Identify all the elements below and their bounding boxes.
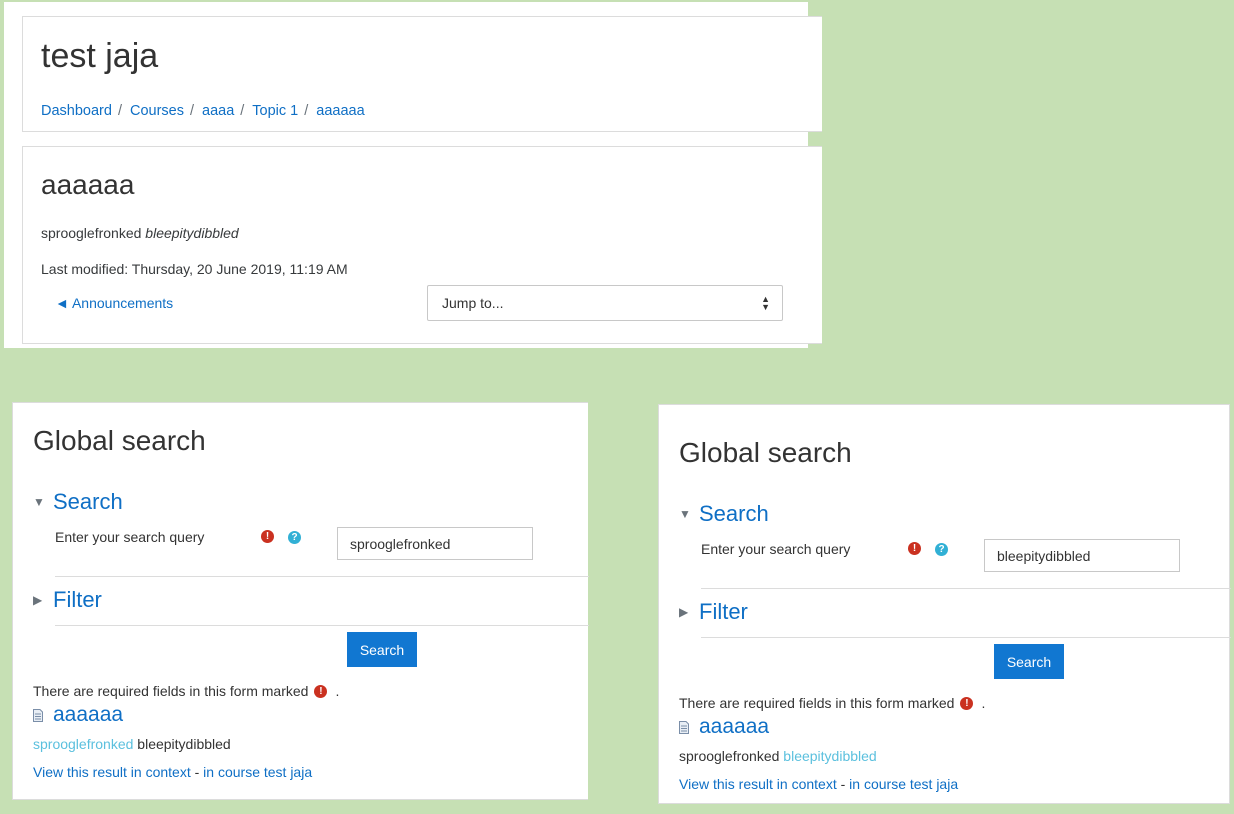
global-search-panel-right: Global search ▼ Search Enter your search… xyxy=(658,404,1231,804)
search-section-label: Search xyxy=(699,501,769,526)
search-query-input[interactable]: sprooglefronked xyxy=(337,527,533,560)
breadcrumb-separator: / xyxy=(189,103,194,119)
result-title-text: aaaaaa xyxy=(699,715,770,738)
section-divider xyxy=(55,576,589,577)
section-divider xyxy=(701,588,1231,589)
course-page-screenshot: test jaja Dashboard / Courses / aaaa / T… xyxy=(4,2,822,348)
document-icon xyxy=(33,708,43,722)
breadcrumb-dashboard[interactable]: Dashboard xyxy=(41,103,112,119)
select-arrows-icon: ▲ ▼ xyxy=(761,294,770,312)
search-button[interactable]: Search xyxy=(347,632,417,667)
breadcrumb-separator: / xyxy=(304,103,309,119)
last-modified: Last modified: Thursday, 20 June 2019, 1… xyxy=(41,261,348,277)
snippet-term: bleepitydibbled xyxy=(137,736,231,752)
breadcrumb-course[interactable]: aaaa xyxy=(202,103,234,119)
previous-activity-link[interactable]: ◄ Announcements xyxy=(55,295,173,311)
search-section-toggle[interactable]: ▼ Search xyxy=(679,501,769,527)
help-icon[interactable]: ? xyxy=(935,543,948,556)
activity-title: aaaaaa xyxy=(41,169,135,200)
section-divider xyxy=(701,637,1231,638)
required-note-end: . xyxy=(981,695,986,711)
context-separator: - xyxy=(836,776,850,792)
snippet-term: sprooglefronked xyxy=(679,748,780,764)
document-icon xyxy=(679,720,689,734)
search-query-input[interactable]: bleepitydibbled xyxy=(984,539,1180,572)
highlighted-term: bleepitydibbled xyxy=(783,748,877,764)
caret-right-icon: ▶ xyxy=(679,605,689,619)
search-section-toggle[interactable]: ▼ Search xyxy=(33,489,123,515)
caret-down-icon: ▼ xyxy=(679,507,691,521)
search-query-label: Enter your search query xyxy=(55,529,205,545)
result-context: View this result in context - in course … xyxy=(33,764,312,780)
required-fields-note: There are required fields in this form m… xyxy=(679,695,985,711)
caret-down-icon: ▼ xyxy=(33,495,45,509)
breadcrumb-activity[interactable]: aaaaaa xyxy=(316,103,364,119)
activity-content: aaaaaa sprooglefronked bleepitydibbled L… xyxy=(22,146,822,344)
required-note-text: There are required fields in this form m… xyxy=(679,695,955,711)
required-icon: ! xyxy=(314,684,328,698)
filter-section-toggle[interactable]: ▶ Filter xyxy=(33,587,102,613)
required-note-end: . xyxy=(335,683,340,699)
help-icon[interactable]: ? xyxy=(288,531,301,544)
required-icon: ! xyxy=(960,696,974,710)
required-icon: ! xyxy=(908,542,921,555)
filter-section-label: Filter xyxy=(53,587,102,612)
result-snippet: sprooglefronked bleepitydibbled xyxy=(33,736,231,752)
global-search-panel-left: Global search ▼ Search Enter your search… xyxy=(12,402,589,800)
description-plain: sprooglefronked xyxy=(41,225,146,241)
result-snippet: sprooglefronked bleepitydibbled xyxy=(679,748,877,764)
context-separator: - xyxy=(190,764,204,780)
caret-right-icon: ▶ xyxy=(33,593,43,607)
global-search-title: Global search xyxy=(679,437,852,468)
description-emphasis: bleepitydibbled xyxy=(145,225,239,241)
course-link[interactable]: in course test jaja xyxy=(203,764,312,780)
search-section-label: Search xyxy=(53,489,123,514)
search-query-label: Enter your search query xyxy=(701,541,851,557)
filter-section-label: Filter xyxy=(699,599,748,624)
result-title-text: aaaaaa xyxy=(53,703,124,726)
result-context: View this result in context - in course … xyxy=(679,776,958,792)
page-title: test jaja xyxy=(41,37,159,75)
breadcrumb: Dashboard / Courses / aaaa / Topic 1 / a… xyxy=(41,103,365,119)
view-in-context-link[interactable]: View this result in context xyxy=(679,776,837,792)
search-button[interactable]: Search xyxy=(994,644,1064,679)
search-result-title[interactable]: aaaaaa xyxy=(679,715,769,739)
course-link[interactable]: in course test jaja xyxy=(849,776,958,792)
breadcrumb-separator: / xyxy=(240,103,245,119)
search-result-title[interactable]: aaaaaa xyxy=(33,703,123,727)
breadcrumb-topic[interactable]: Topic 1 xyxy=(252,103,298,119)
jump-to-value: Jump to... xyxy=(442,295,504,311)
jump-to-select[interactable]: Jump to... ▲ ▼ xyxy=(427,285,783,321)
view-in-context-link[interactable]: View this result in context xyxy=(33,764,191,780)
section-divider xyxy=(55,625,589,626)
page-header: test jaja Dashboard / Courses / aaaa / T… xyxy=(22,16,822,132)
highlighted-term: sprooglefronked xyxy=(33,736,134,752)
required-note-text: There are required fields in this form m… xyxy=(33,683,309,699)
breadcrumb-courses[interactable]: Courses xyxy=(130,103,184,119)
required-icon: ! xyxy=(261,530,274,543)
global-search-title: Global search xyxy=(33,425,206,456)
breadcrumb-separator: / xyxy=(117,103,122,119)
activity-description: sprooglefronked bleepitydibbled xyxy=(41,225,239,241)
filter-section-toggle[interactable]: ▶ Filter xyxy=(679,599,748,625)
required-fields-note: There are required fields in this form m… xyxy=(33,683,339,699)
